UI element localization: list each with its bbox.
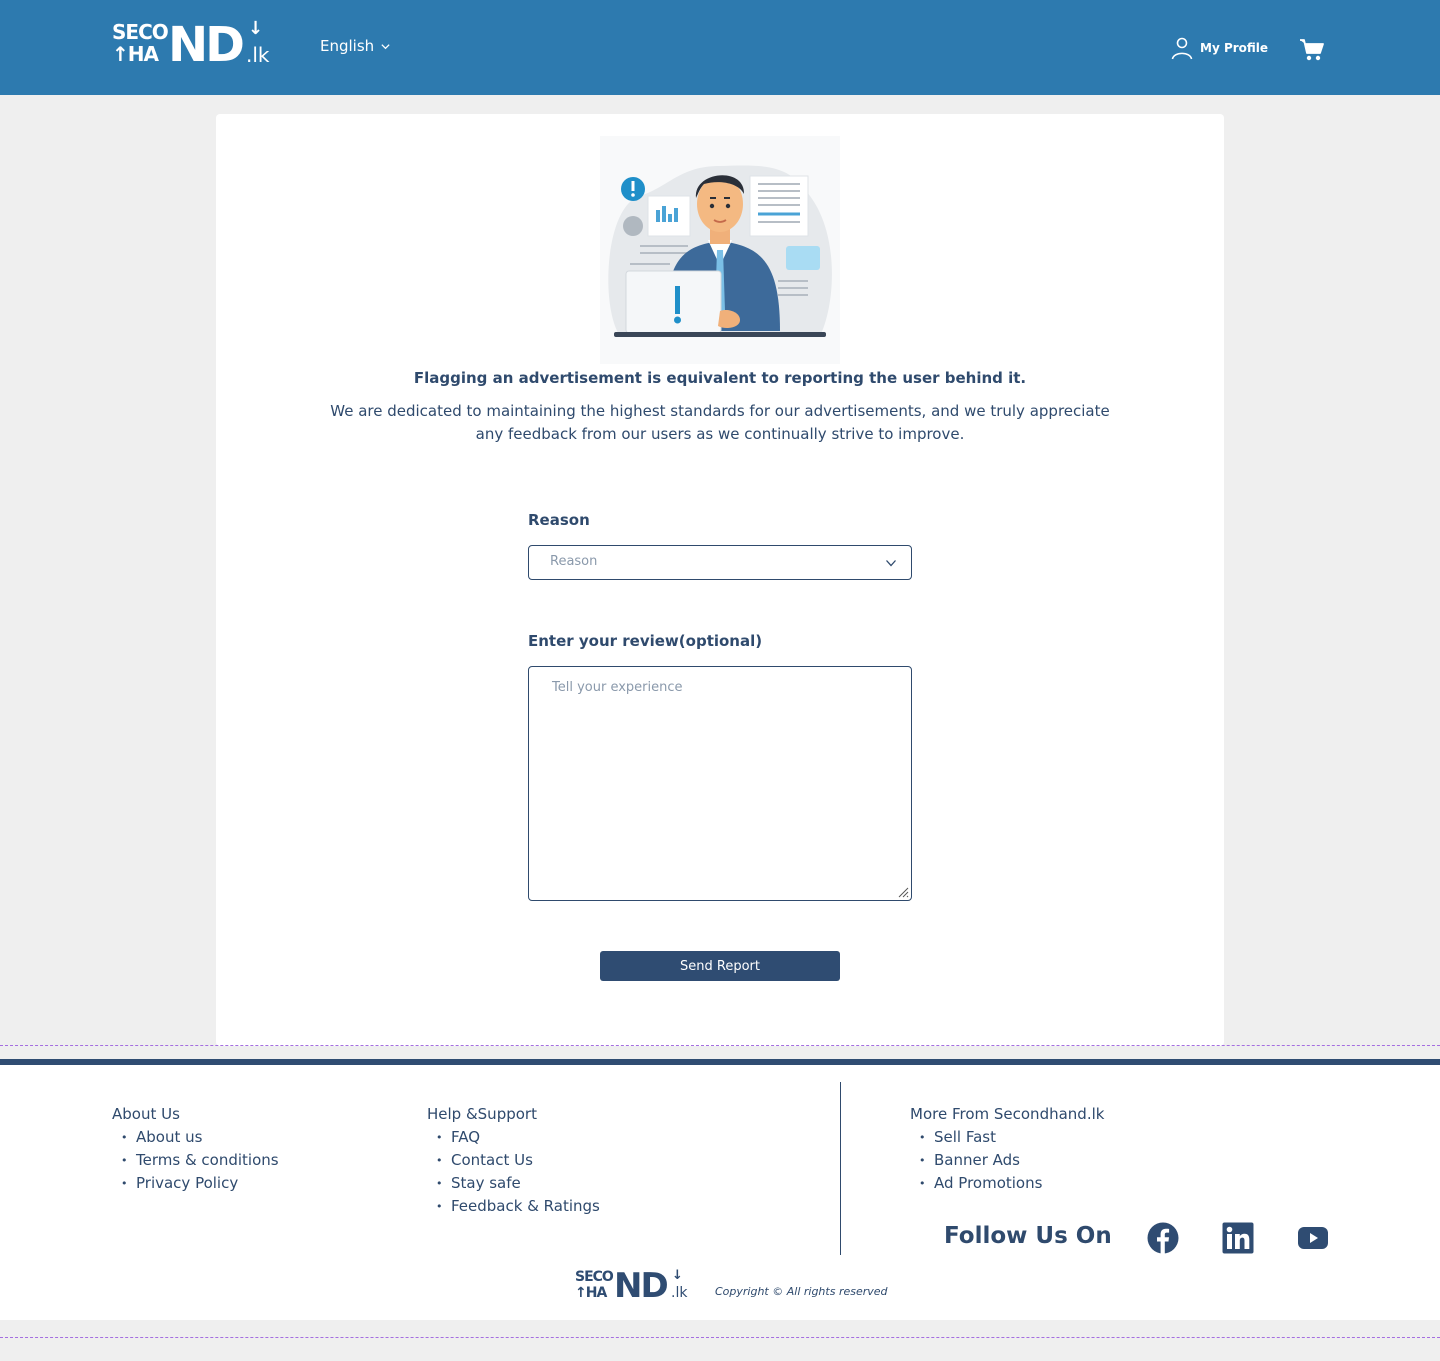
report-card: Flagging an advertisement is equivalent …: [216, 114, 1224, 1046]
chevron-down-icon: [381, 43, 390, 49]
footer-about-column: About Us About us Terms & conditions Pri…: [112, 1105, 279, 1195]
logo-suffix: .lk: [246, 43, 270, 67]
page-description: We are dedicated to maintaining the high…: [330, 402, 1110, 443]
footer-top-bar: [0, 1059, 1440, 1065]
page-headline: Flagging an advertisement is equivalent …: [413, 369, 1027, 387]
footer-link-contact[interactable]: Contact Us: [427, 1149, 600, 1172]
logo-text-bottom-letters: HA: [127, 42, 159, 66]
chevron-down-icon: [886, 560, 896, 567]
logo-text-bottom: ↑HA: [112, 42, 159, 66]
footer-logo-text-top: SECO: [575, 1269, 614, 1285]
footer-more-heading: More From Secondhand.lk: [910, 1105, 1105, 1123]
cart-icon[interactable]: [1299, 38, 1325, 62]
send-report-button[interactable]: Send Report: [600, 951, 840, 981]
send-report-label: Send Report: [680, 958, 760, 974]
divider-dashed: [0, 1045, 1440, 1046]
language-selector[interactable]: English: [320, 37, 391, 55]
footer-link-sell-fast[interactable]: Sell Fast: [910, 1126, 1104, 1149]
footer-help-column: Help &Support FAQ Contact Us Stay safe F…: [427, 1105, 600, 1218]
resize-grip-icon[interactable]: [897, 886, 909, 898]
facebook-icon[interactable]: [1147, 1222, 1179, 1254]
footer-logo-suffix: .lk: [671, 1285, 688, 1301]
copyright-text: Copyright © All rights reserved: [715, 1285, 888, 1298]
follow-us-label: Follow Us On: [944, 1223, 1112, 1249]
footer-link-terms[interactable]: Terms & conditions: [112, 1149, 279, 1172]
youtube-icon[interactable]: [1297, 1222, 1329, 1254]
my-profile-label: My Profile: [1200, 41, 1269, 55]
footer-logo-text-big: ND: [614, 1266, 669, 1306]
user-icon: [1171, 37, 1193, 60]
footer-logo[interactable]: SECO ↑HA ND ↓ .lk: [575, 1266, 691, 1306]
footer-link-privacy[interactable]: Privacy Policy: [112, 1172, 279, 1195]
footer-vertical-divider: [840, 1082, 841, 1255]
footer-logo-text-bottom-letters: HA: [585, 1285, 608, 1301]
footer-link-feedback[interactable]: Feedback & Ratings: [427, 1195, 600, 1218]
footer-link-faq[interactable]: FAQ: [427, 1126, 600, 1149]
site-footer: About Us About us Terms & conditions Pri…: [0, 1059, 1440, 1320]
logo-arrow-icon: ↓: [248, 18, 264, 39]
footer-link-about-us[interactable]: About us: [112, 1126, 279, 1149]
linkedin-icon[interactable]: [1222, 1222, 1254, 1254]
reason-select-placeholder: Reason: [550, 554, 598, 569]
footer-more-column: More From Secondhand.lk Sell Fast Banner…: [910, 1105, 1104, 1195]
reason-label: Reason: [528, 511, 590, 529]
divider-dashed: [0, 1337, 1440, 1338]
review-textarea[interactable]: Tell your experience: [528, 666, 912, 901]
footer-link-banner-ads[interactable]: Banner Ads: [910, 1149, 1104, 1172]
footer-logo-text-bottom: ↑HA: [575, 1285, 608, 1301]
my-profile-link[interactable]: My Profile: [1170, 36, 1268, 60]
logo-text-top: SECO: [112, 20, 169, 44]
review-textarea-placeholder: Tell your experience: [552, 680, 683, 695]
footer-help-heading: Help &Support: [427, 1105, 537, 1123]
footer-link-ad-promotions[interactable]: Ad Promotions: [910, 1172, 1104, 1195]
site-header: SECO ↑HA ND ↓ .lk English My Profile: [0, 0, 1440, 95]
language-label: English: [320, 37, 375, 55]
footer-logo-arrow-icon: ↓: [672, 1268, 683, 1283]
footer-about-heading: About Us: [112, 1105, 180, 1123]
reason-select[interactable]: Reason: [528, 545, 912, 580]
reporting-illustration: [600, 136, 840, 364]
review-label: Enter your review(optional): [528, 632, 763, 650]
footer-link-stay-safe[interactable]: Stay safe: [427, 1172, 600, 1195]
logo-text-big: ND: [168, 17, 245, 73]
site-logo[interactable]: SECO ↑HA ND ↓ .lk: [112, 17, 274, 73]
